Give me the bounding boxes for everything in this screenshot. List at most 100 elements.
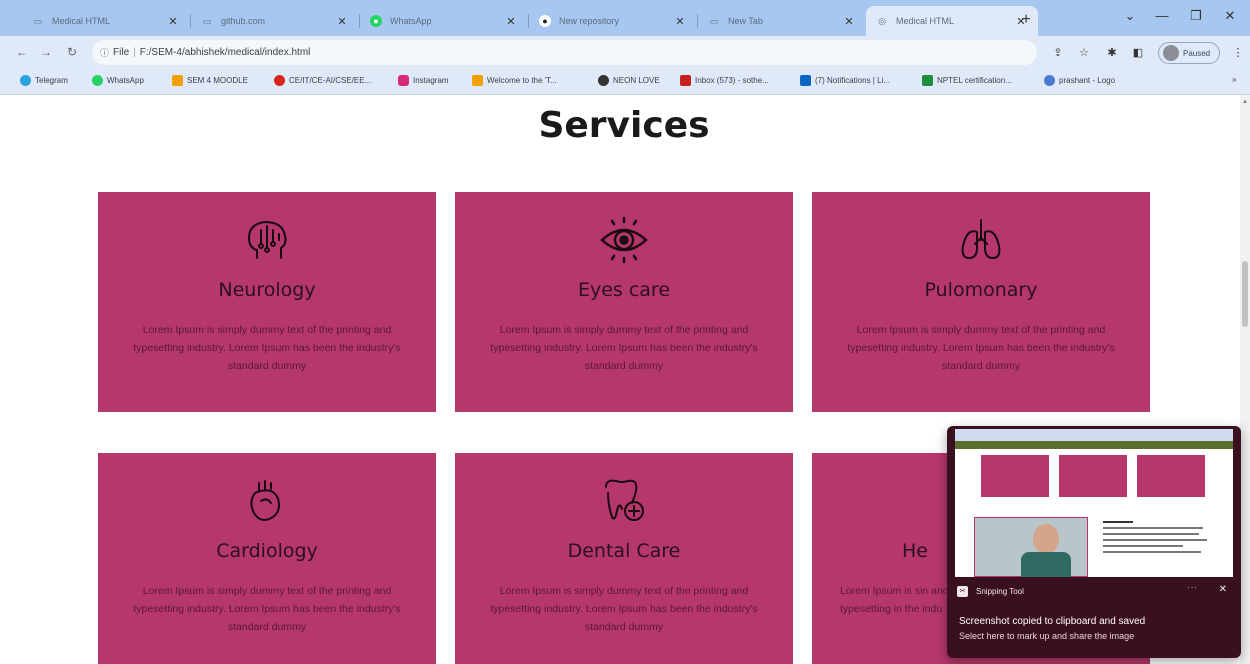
extensions-icon[interactable]: ✱ (1104, 46, 1120, 59)
close-window-icon[interactable]: ✕ (1218, 8, 1242, 24)
profile-status: Paused (1183, 48, 1211, 58)
snipping-tool-notification[interactable]: ✂ Snipping Tool ··· ✕ Screenshot copied … (947, 426, 1241, 658)
eye-icon (598, 75, 609, 86)
whatsapp-icon: ● (370, 15, 382, 27)
bookmark-inbox[interactable]: Inbox (573) - sothe... (680, 75, 769, 86)
more-bookmarks-icon[interactable]: » (1232, 75, 1236, 84)
close-icon[interactable]: ✕ (673, 15, 687, 28)
page-icon: ▭ (709, 15, 719, 26)
close-icon[interactable]: ✕ (335, 15, 349, 28)
moodle-icon (172, 75, 183, 86)
eye-icon (600, 216, 648, 264)
share-icon[interactable]: ⇪ (1050, 46, 1066, 59)
linkedin-icon (800, 75, 811, 86)
sidepanel-icon[interactable]: ◧ (1130, 46, 1146, 59)
back-icon[interactable]: ← (14, 45, 30, 59)
reload-icon[interactable]: ↻ (64, 45, 80, 59)
thumbnail-face (1033, 524, 1059, 554)
tab-medical-html-active[interactable]: ◎ Medical HTML ✕ (866, 6, 1038, 36)
service-title: Eyes care (577, 279, 671, 301)
tab-whatsapp[interactable]: ● WhatsApp ✕ (360, 6, 528, 36)
toast-app-name: Snipping Tool (976, 587, 1024, 596)
bookmark-instagram[interactable]: Instagram (398, 75, 449, 86)
screenshot-thumbnail[interactable] (955, 429, 1233, 577)
service-title: Pulomonary (924, 279, 1038, 301)
more-options-icon[interactable]: ··· (1187, 582, 1197, 593)
thumbnail-card (1059, 455, 1127, 497)
page-icon: ◎ (878, 15, 886, 26)
close-icon[interactable]: ✕ (842, 15, 856, 28)
address-bar[interactable]: ⓘ File | F:/SEM-4/abhishek/medical/index… (92, 40, 1037, 65)
whatsapp-icon (92, 75, 103, 86)
bookmark-nptel[interactable]: NPTEL certification... (922, 75, 1012, 86)
minimize-icon[interactable]: — (1150, 8, 1174, 23)
github-icon: ● (539, 15, 551, 27)
bookmark-ce-it[interactable]: CE/IT/CE-AI/CSE/EE... (274, 75, 371, 86)
service-description: Lorem Ipsum is simply dummy text of the … (490, 324, 758, 372)
service-card-neurology: Neurology Lorem Ipsum is simply dummy te… (98, 192, 436, 412)
thumbnail-shirt (1021, 552, 1071, 577)
toast-header: ✂ Snipping Tool (957, 586, 1024, 597)
service-description: Lorem Ipsum is simply dummy text of the … (490, 585, 758, 633)
chevron-down-icon[interactable]: ⌄ (1118, 8, 1142, 24)
restore-icon[interactable]: ❐ (1184, 8, 1208, 24)
toast-hint: Select here to mark up and share the ima… (959, 631, 1135, 641)
info-icon[interactable]: ⓘ (100, 46, 109, 59)
scrollbar-thumb[interactable] (1242, 261, 1248, 327)
service-title: Cardiology (216, 540, 318, 562)
avatar (1163, 45, 1179, 61)
service-title: Neurology (218, 279, 316, 301)
service-card-cardiology: Cardiology Lorem Ipsum is simply dummy t… (98, 453, 436, 664)
menu-icon[interactable]: ⋮ (1230, 46, 1246, 59)
service-description: Lorem Ipsum is simply dummy text of the … (133, 585, 401, 633)
close-icon[interactable]: ✕ (166, 15, 180, 28)
brain-icon (248, 221, 287, 259)
bookmark-telegram[interactable]: Telegram (20, 75, 68, 86)
thumbnail-card (981, 455, 1049, 497)
page-scrollbar[interactable]: ▲ (1240, 95, 1250, 664)
scheme-label: File (113, 47, 130, 58)
url-text[interactable]: F:/SEM-4/abhishek/medical/index.html (140, 47, 311, 58)
service-description: Lorem Ipsum is simply dummy text of the … (133, 324, 401, 372)
thumbnail-browser-bar (955, 429, 1233, 441)
thumbnail-header (955, 441, 1233, 449)
lungs-icon (961, 219, 1001, 259)
thumbnail-text-lines (1103, 521, 1213, 557)
service-card-eyes-care: Eyes care Lorem Ipsum is simply dummy te… (455, 192, 793, 412)
telegram-icon (20, 75, 31, 86)
tab-new-tab[interactable]: ▭ New Tab ✕ (698, 6, 866, 36)
tab-new-repository[interactable]: ● New repository ✕ (529, 6, 697, 36)
thumbnail-doctor-photo (974, 517, 1088, 577)
bookmark-linkedin[interactable]: (7) Notifications | Li... (800, 75, 890, 86)
close-icon[interactable]: ✕ (504, 15, 518, 28)
service-card-pulomonary: Pulomonary Lorem Ipsum is simply dummy t… (812, 192, 1150, 412)
heart-icon (250, 480, 280, 521)
scroll-up-icon[interactable]: ▲ (1242, 99, 1248, 105)
bookmark-neon-love[interactable]: NEON LOVE (598, 75, 660, 86)
tab-strip: ▭ Medical HTML ✕ ▭ github.com ✕ ● WhatsA… (0, 0, 1250, 36)
tab-github[interactable]: ▭ github.com ✕ (191, 6, 359, 36)
page-icon: ▭ (202, 15, 212, 26)
browser-window: ▭ Medical HTML ✕ ▭ github.com ✕ ● WhatsA… (0, 0, 1250, 664)
globe-icon (1044, 75, 1055, 86)
scissors-icon: ✂ (957, 586, 968, 597)
close-icon[interactable]: ✕ (1219, 584, 1227, 595)
thumbnail-card (1137, 455, 1205, 497)
service-description: Lorem Ipsum is sin and typesetting in th… (840, 585, 949, 615)
profile-button[interactable]: Paused (1158, 42, 1220, 64)
browser-toolbar: ← → ↻ ⓘ File | F:/SEM-4/abhishek/medical… (0, 36, 1250, 69)
forward-icon[interactable]: → (38, 45, 54, 59)
tab-medical-html-1[interactable]: ▭ Medical HTML ✕ (22, 6, 190, 36)
service-card-dental-care: Dental Care Lorem Ipsum is simply dummy … (455, 453, 793, 664)
bookmark-whatsapp[interactable]: WhatsApp (92, 75, 144, 86)
section-title: Services (538, 105, 710, 146)
bookmark-welcome[interactable]: Welcome to the 'T... (472, 75, 557, 86)
star-icon[interactable]: ☆ (1076, 46, 1092, 59)
bookmark-sem4-moodle[interactable]: SEM 4 MOODLE (172, 75, 248, 86)
url-divider: | (133, 47, 136, 58)
new-tab-button[interactable]: + (1016, 10, 1036, 30)
bookmark-prashant-logo[interactable]: prashant - Logo (1044, 75, 1115, 86)
page-icon: ▭ (33, 15, 43, 26)
nptel-icon (922, 75, 933, 86)
service-title: Dental Care (567, 540, 681, 562)
